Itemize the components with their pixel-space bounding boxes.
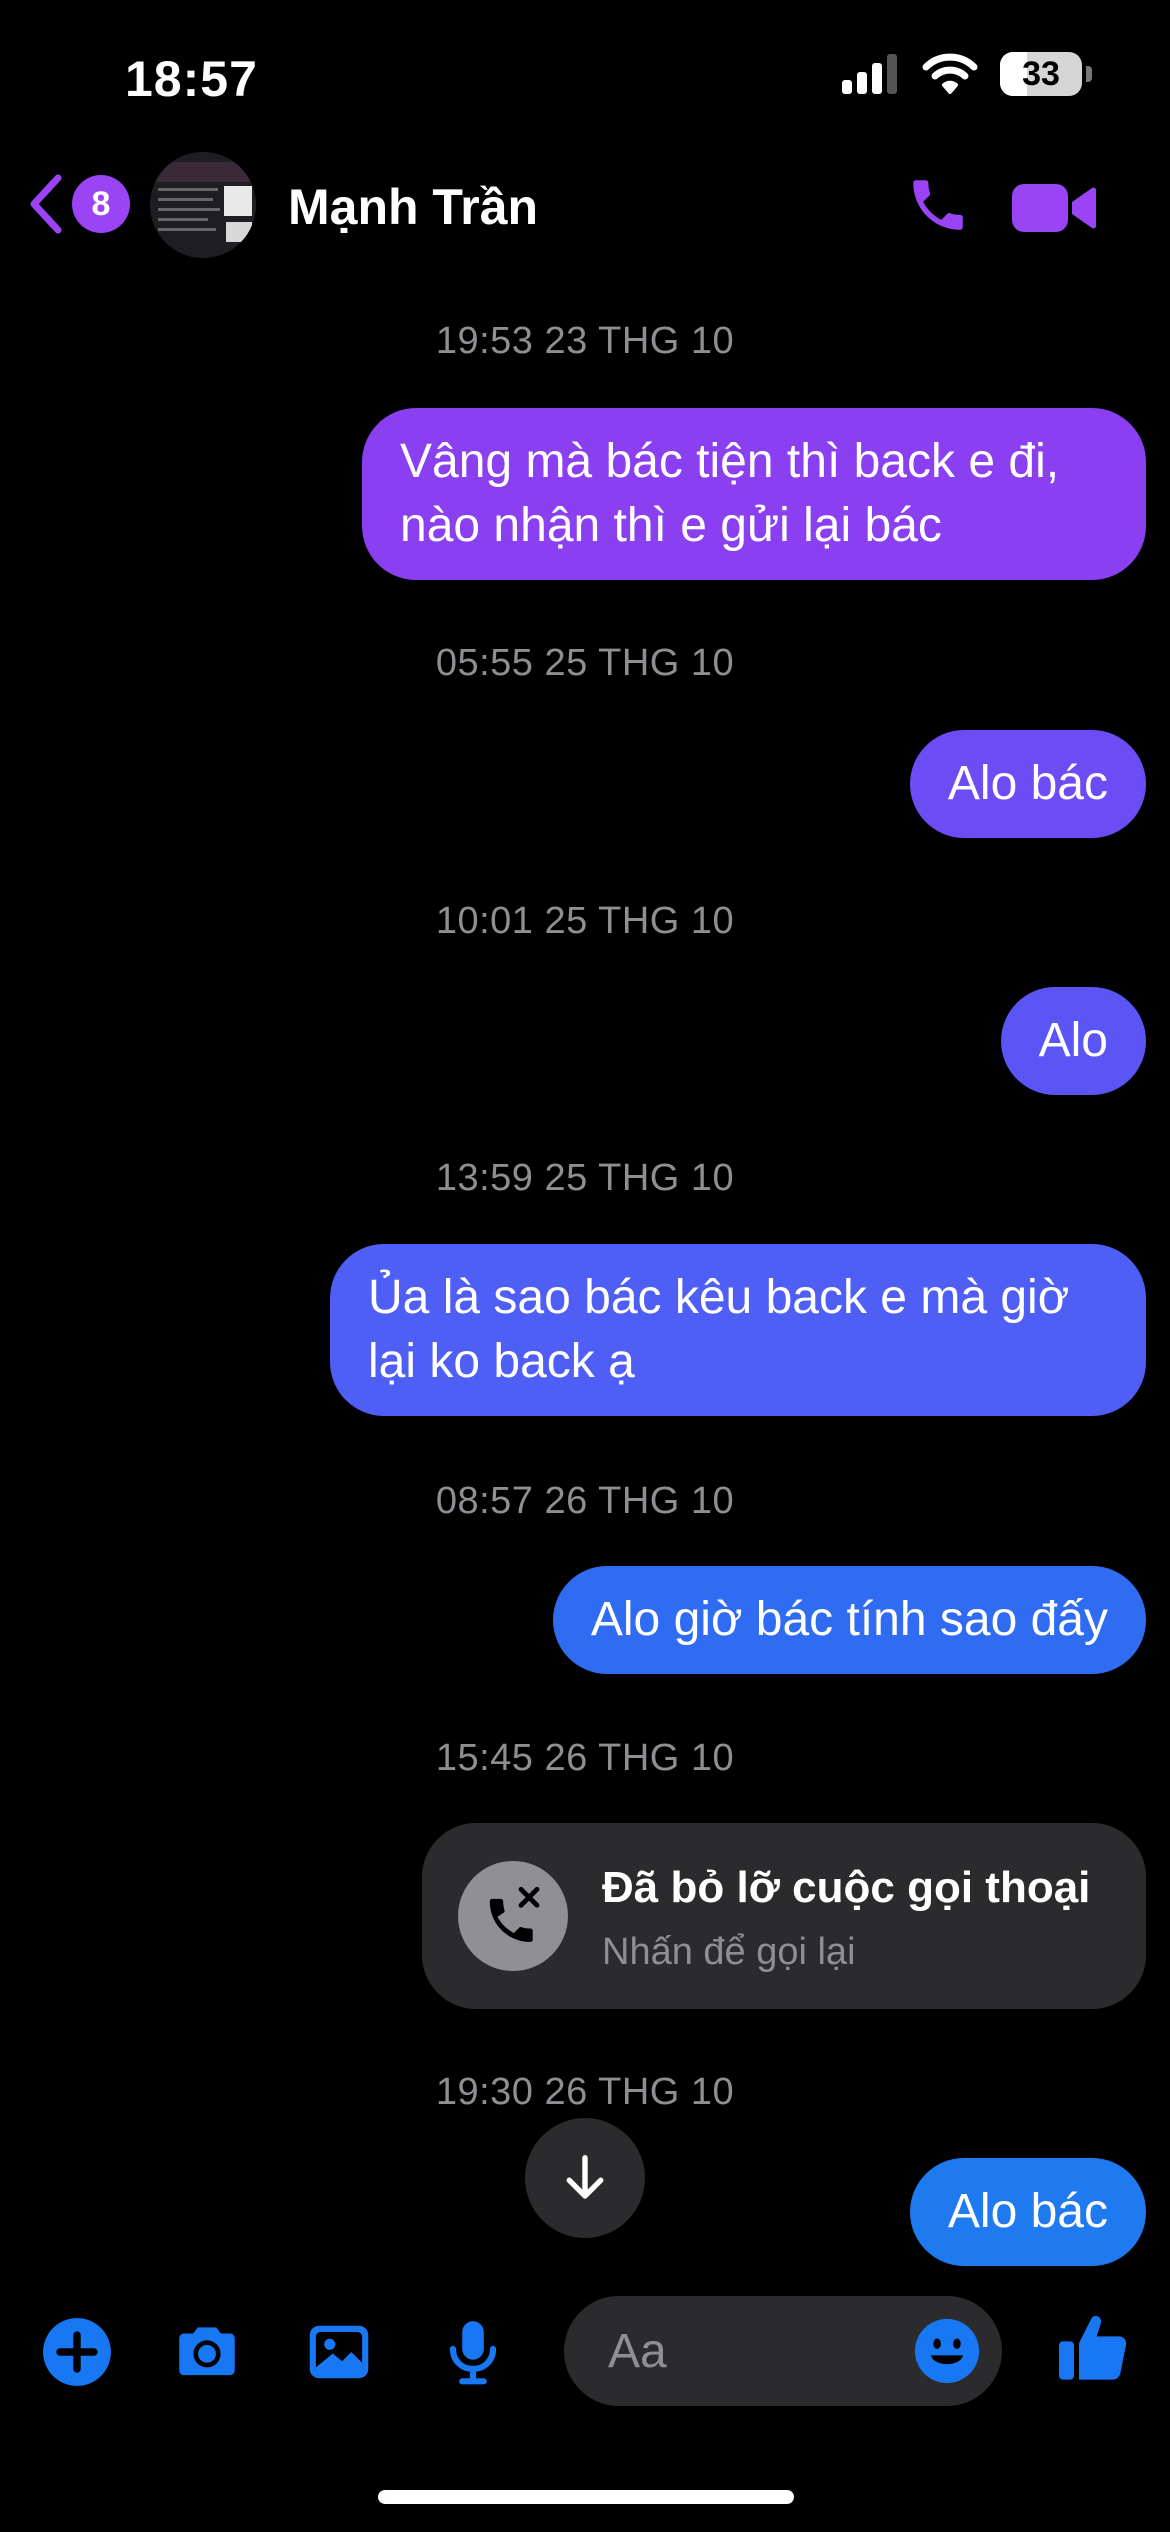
message-timestamp: 13:59 25 THG 10 — [435, 1157, 735, 1199]
message-timestamp: 05:55 25 THG 10 — [435, 642, 735, 684]
thumbs-up-icon[interactable] — [1054, 2308, 1134, 2388]
contact-avatar[interactable] — [150, 152, 256, 258]
missed-call-card[interactable]: Đã bỏ lỡ cuộc gọi thoại Nhấn để gọi lại — [422, 1823, 1146, 2009]
message-timestamp: 08:57 26 THG 10 — [435, 1480, 735, 1522]
message-timestamp: 15:45 26 THG 10 — [435, 1737, 735, 1779]
message-bubble[interactable]: Ủa là sao bác kêu back e mà giờ lại ko b… — [330, 1244, 1146, 1416]
avatar-image — [150, 152, 256, 258]
missed-call-icon — [458, 1861, 568, 1971]
camera-icon[interactable] — [170, 2315, 244, 2389]
cellular-signal-icon — [842, 54, 897, 94]
wifi-icon — [922, 53, 978, 94]
missed-call-subtitle: Nhấn để gọi lại — [602, 1931, 856, 1973]
status-icons: 33 — [842, 52, 1092, 96]
battery-indicator: 33 — [1000, 52, 1082, 96]
phone-icon[interactable] — [905, 172, 971, 238]
battery-cap — [1086, 66, 1092, 82]
message-bubble[interactable]: Alo bác — [909, 730, 1146, 838]
battery-percent: 33 — [1022, 54, 1060, 93]
image-icon[interactable] — [302, 2315, 376, 2389]
status-time: 18:57 — [125, 51, 258, 107]
message-timestamp: 10:01 25 THG 10 — [435, 900, 735, 942]
back-chevron-icon — [30, 174, 62, 234]
message-input[interactable] — [608, 2296, 908, 2406]
message-bubble[interactable]: Alo giờ bác tính sao đấy — [552, 1566, 1146, 1674]
missed-call-title: Đã bỏ lỡ cuộc gọi thoại — [602, 1863, 1091, 1912]
plus-icon[interactable] — [40, 2315, 114, 2389]
microphone-icon[interactable] — [436, 2315, 510, 2389]
message-bubble[interactable]: Alo bác — [909, 2158, 1146, 2266]
message-input-container[interactable] — [564, 2296, 1002, 2406]
home-indicator — [378, 2490, 794, 2504]
message-timestamp: 19:53 23 THG 10 — [435, 320, 735, 362]
message-bubble[interactable]: Alo — [1000, 987, 1146, 1095]
message-bubble[interactable]: Vâng mà bác tiện thì back e đi, nào nhận… — [362, 408, 1146, 580]
scroll-to-bottom-button[interactable] — [525, 2118, 645, 2238]
message-timestamp: 19:30 26 THG 10 — [435, 2071, 735, 2113]
arrow-down-icon — [566, 2155, 604, 2199]
unread-badge: 8 — [72, 175, 130, 233]
video-camera-icon[interactable] — [1012, 180, 1096, 236]
back-button[interactable]: 8 — [24, 172, 130, 236]
emoji-icon[interactable] — [912, 2316, 982, 2386]
contact-name[interactable]: Mạnh Trần — [288, 178, 538, 236]
